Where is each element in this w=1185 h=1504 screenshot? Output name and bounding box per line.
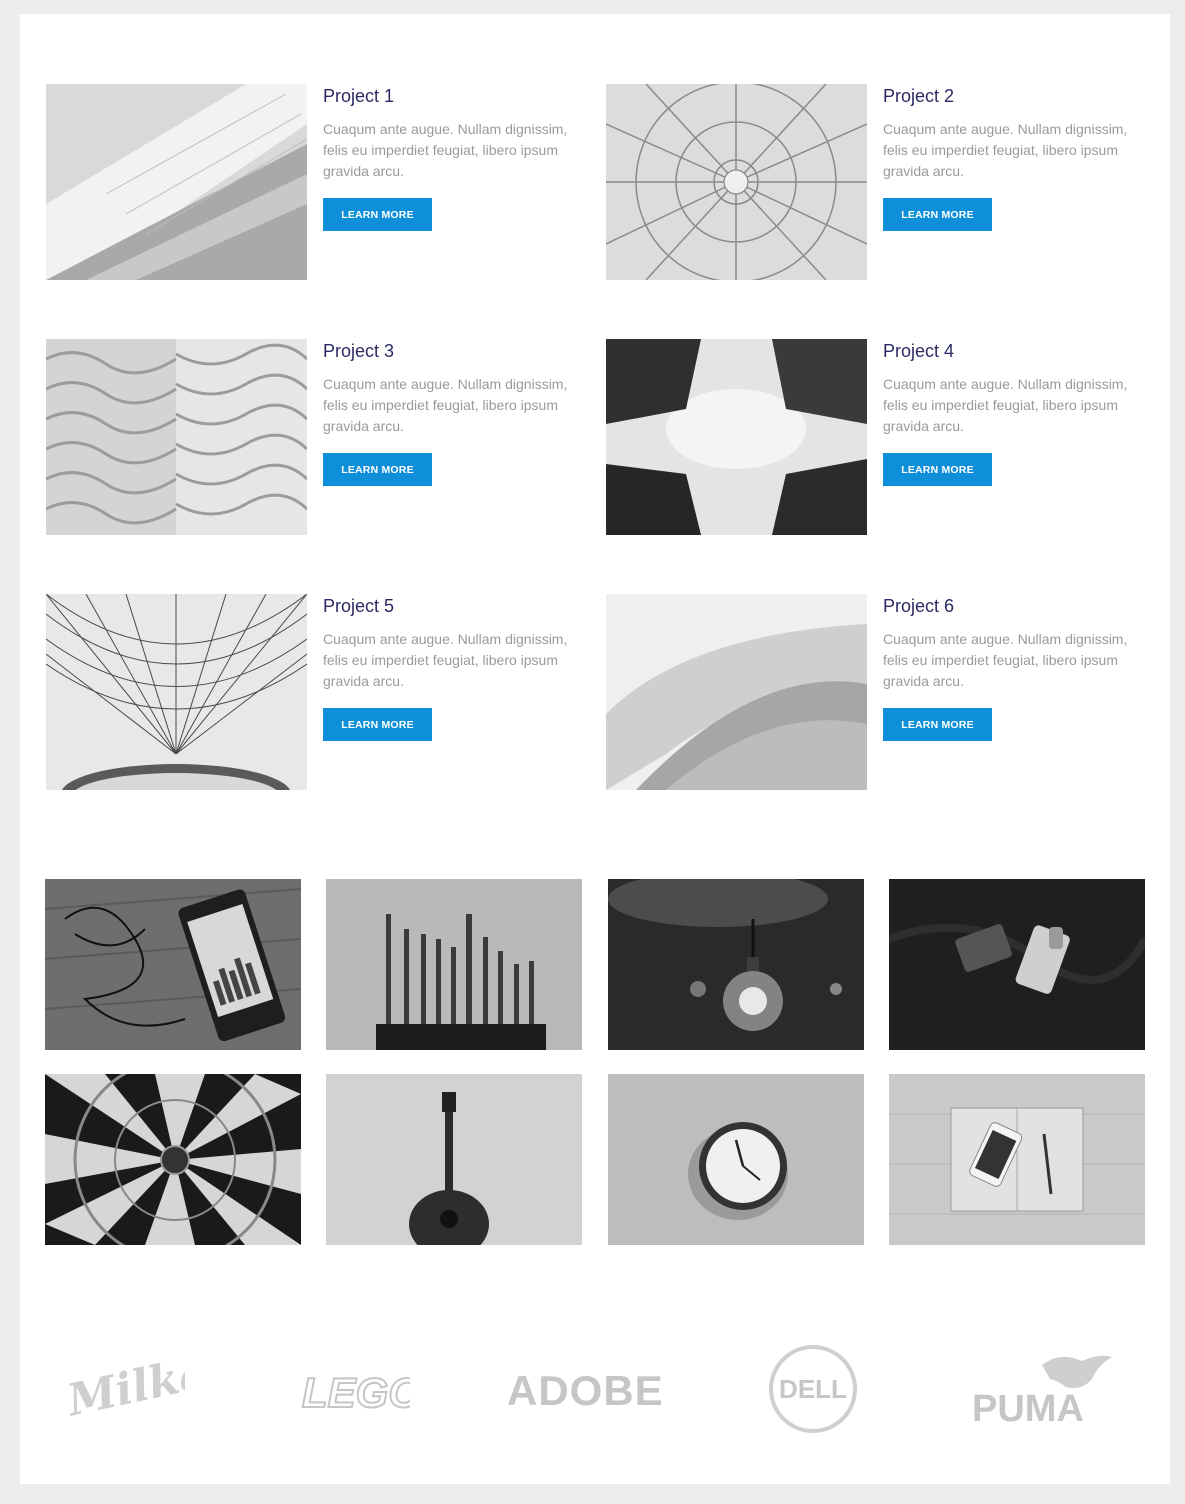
project-title: Project 1: [323, 86, 395, 106]
dell-logo: DELL: [767, 1343, 859, 1435]
project-title: Project 5: [323, 596, 395, 616]
project-3-image[interactable]: [46, 339, 307, 535]
lego-logo: LEGO: [300, 1362, 410, 1422]
phones-keys-photo: [889, 879, 1145, 1050]
project-title: Project 6: [883, 596, 955, 616]
wave-facade-image: [46, 339, 307, 535]
project-4-image[interactable]: [606, 339, 867, 535]
adobe-logo: ADOBE: [507, 1364, 662, 1414]
ferris-wheel-image: [606, 84, 867, 280]
gallery-notebook-phone[interactable]: [889, 1074, 1145, 1245]
svg-text:DELL: DELL: [779, 1374, 847, 1404]
learn-more-button[interactable]: LEARN MORE: [883, 708, 992, 741]
gallery-guitar[interactable]: [326, 1074, 582, 1245]
project-card-3: Project 3 Cuaqum ante augue. Nullam dign…: [46, 339, 586, 535]
curved-building-image: [606, 594, 867, 790]
project-card-2: Project 2 Cuaqum ante augue. Nullam dign…: [606, 84, 1146, 280]
project-description: Cuaqum ante augue. Nullam dignissim, fel…: [883, 376, 1128, 434]
gallery-dartboard[interactable]: [45, 1074, 301, 1245]
project-card-6: Project 6 Cuaqum ante augue. Nullam dign…: [606, 594, 1146, 790]
project-description: Cuaqum ante augue. Nullam dignissim, fel…: [323, 376, 568, 434]
learn-more-button[interactable]: LEARN MORE: [883, 453, 992, 486]
glass-roof-image: [46, 594, 307, 790]
svg-text:LEGO: LEGO: [302, 1369, 410, 1416]
phone-headphones-photo: [45, 879, 301, 1050]
gallery-light-bulb[interactable]: [608, 879, 864, 1050]
project-card-5: Project 5 Cuaqum ante augue. Nullam dign…: [46, 594, 586, 790]
gallery-phone-headphones[interactable]: [45, 879, 301, 1050]
learn-more-button[interactable]: LEARN MORE: [883, 198, 992, 231]
page-container: Project 1 Cuaqum ante augue. Nullam dign…: [20, 14, 1170, 1484]
gallery-wall-clock[interactable]: [608, 1074, 864, 1245]
learn-more-button[interactable]: LEARN MORE: [323, 198, 432, 231]
dartboard-photo: [45, 1074, 301, 1245]
svg-text:PUMA: PUMA: [972, 1388, 1084, 1430]
project-card-4: Project 4 Cuaqum ante augue. Nullam dign…: [606, 339, 1146, 535]
project-title: Project 3: [323, 341, 395, 361]
project-6-image[interactable]: [606, 594, 867, 790]
guitar-photo: [326, 1074, 582, 1245]
project-5-image[interactable]: [46, 594, 307, 790]
building-facade-image: [46, 84, 307, 280]
wall-clock-photo: [608, 1074, 864, 1245]
project-title: Project 2: [883, 86, 955, 106]
gallery-drill-bits[interactable]: [326, 879, 582, 1050]
towers-sky-image: [606, 339, 867, 535]
notebook-phone-photo: [889, 1074, 1145, 1245]
learn-more-button[interactable]: LEARN MORE: [323, 453, 432, 486]
svg-text:ADOBE: ADOBE: [507, 1367, 662, 1414]
project-description: Cuaqum ante augue. Nullam dignissim, fel…: [323, 631, 568, 689]
project-description: Cuaqum ante augue. Nullam dignissim, fel…: [883, 631, 1128, 689]
project-1-image[interactable]: [46, 84, 307, 280]
milka-logo: Milka: [65, 1339, 185, 1434]
puma-logo: PUMA: [970, 1351, 1115, 1431]
drill-bits-photo: [326, 879, 582, 1050]
project-card-1: Project 1 Cuaqum ante augue. Nullam dign…: [46, 84, 586, 280]
gallery-phones-keys[interactable]: [889, 879, 1145, 1050]
project-2-image[interactable]: [606, 84, 867, 280]
learn-more-button[interactable]: LEARN MORE: [323, 708, 432, 741]
svg-text:Milka: Milka: [65, 1347, 185, 1427]
project-title: Project 4: [883, 341, 955, 361]
light-bulb-photo: [608, 879, 864, 1050]
project-description: Cuaqum ante augue. Nullam dignissim, fel…: [323, 121, 568, 179]
project-description: Cuaqum ante augue. Nullam dignissim, fel…: [883, 121, 1128, 179]
